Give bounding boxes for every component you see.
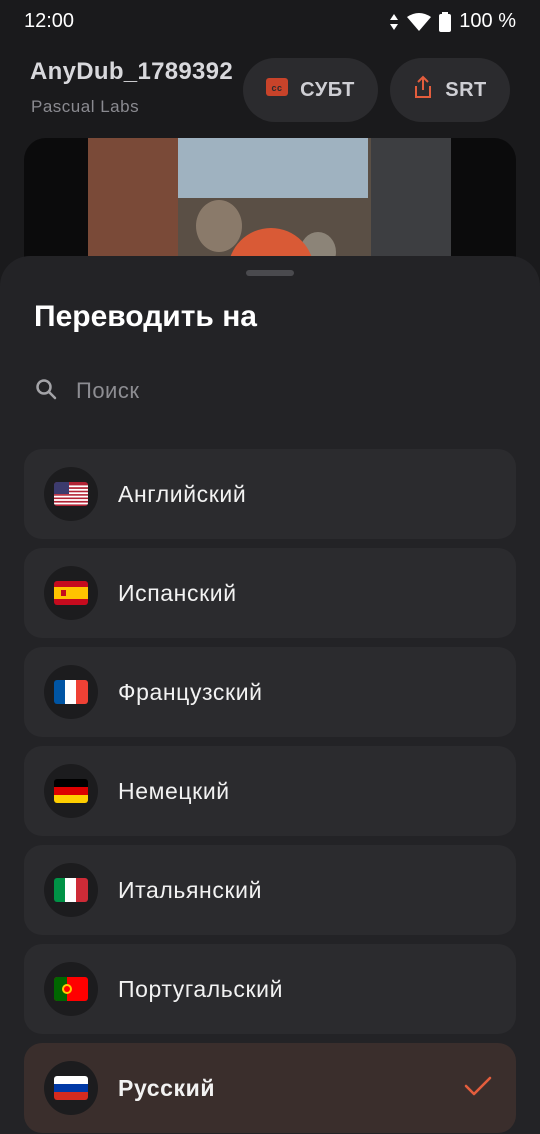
drag-handle[interactable]: [246, 270, 294, 276]
checkmark-icon: [464, 1075, 492, 1102]
language-label: Немецкий: [118, 777, 230, 804]
ru-flag-icon: [54, 1076, 88, 1100]
battery-icon: [439, 11, 452, 32]
search-icon: [34, 377, 58, 406]
closed-captions-icon: cc: [266, 78, 289, 102]
language-item-french[interactable]: Французский: [24, 647, 516, 737]
language-label: Португальский: [118, 975, 284, 1002]
pt-flag-icon: [54, 977, 88, 1001]
language-item-english[interactable]: Английский: [24, 449, 516, 539]
search-bar[interactable]: Поиск: [34, 366, 504, 416]
translate-language-sheet: Переводить на Поиск Английский Испанский…: [0, 256, 540, 1134]
language-item-italian[interactable]: Итальянский: [24, 845, 516, 935]
svg-text:cc: cc: [272, 83, 283, 93]
battery-percent: 100 %: [459, 10, 516, 32]
us-flag-icon: [54, 482, 88, 506]
subtitles-button[interactable]: cc СУБТ: [243, 58, 378, 122]
de-flag-icon: [54, 779, 88, 803]
sheet-title: Переводить на: [34, 300, 257, 333]
it-flag-icon: [54, 878, 88, 902]
language-item-german[interactable]: Немецкий: [24, 746, 516, 836]
language-label: Испанский: [118, 579, 237, 606]
app-subtitle: Pascual Labs: [31, 97, 140, 116]
data-arrows-icon: [389, 12, 399, 32]
language-label: Русский: [118, 1074, 216, 1101]
status-time: 12:00: [24, 10, 75, 32]
language-item-russian[interactable]: Русский: [24, 1043, 516, 1133]
wifi-icon: [407, 12, 432, 32]
subtitles-button-label: СУБТ: [300, 78, 355, 101]
language-item-portuguese[interactable]: Португальский: [24, 944, 516, 1034]
status-icons: 100 %: [389, 10, 516, 33]
srt-button-label: SRT: [445, 78, 487, 101]
fr-flag-icon: [54, 680, 88, 704]
srt-export-button[interactable]: SRT: [390, 58, 510, 122]
es-flag-icon: [54, 581, 88, 605]
search-input[interactable]: Поиск: [76, 378, 139, 404]
app-title: AnyDub_1789392: [30, 58, 233, 85]
language-label: Французский: [118, 678, 263, 705]
language-label: Английский: [118, 480, 247, 507]
status-bar: 12:00 100 %: [0, 0, 540, 44]
language-item-spanish[interactable]: Испанский: [24, 548, 516, 638]
language-label: Итальянский: [118, 876, 263, 903]
share-icon: [413, 75, 433, 105]
